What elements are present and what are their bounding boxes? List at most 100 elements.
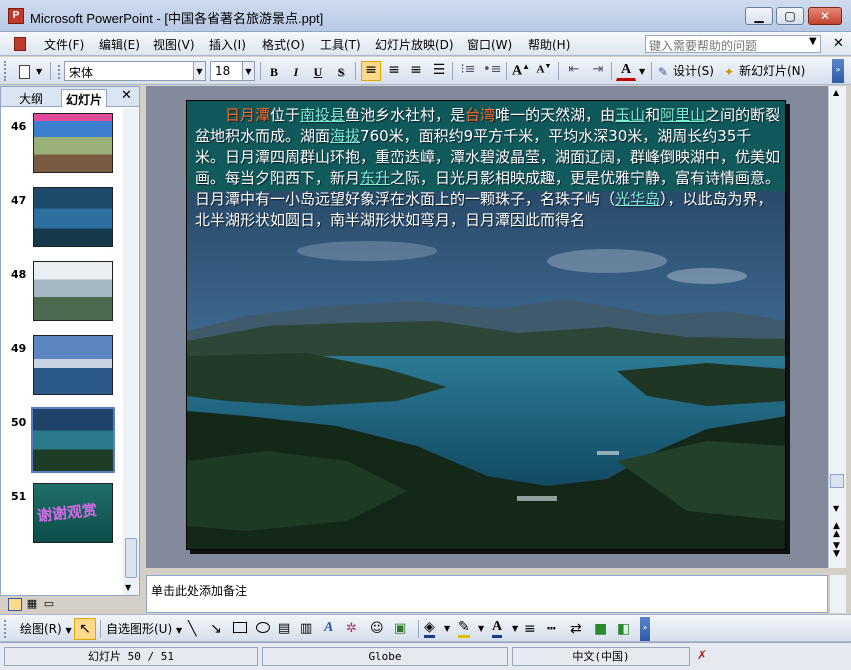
font-color-dropdown-icon[interactable]: ▼ [512, 620, 518, 638]
slide-hyperlink[interactable]: 阿里山 [660, 106, 705, 124]
select-pointer-icon[interactable]: ↖ [74, 618, 96, 640]
menu-format[interactable]: 格式(O) [262, 36, 305, 53]
align-left-icon[interactable]: ≡ [361, 61, 381, 81]
font-color-icon[interactable]: A [492, 620, 503, 638]
slide-hyperlink[interactable]: 海拔 [330, 127, 360, 145]
panel-scrollbar[interactable] [123, 108, 139, 595]
slide-hyperlink[interactable]: 光华岛 [615, 190, 660, 208]
menu-window[interactable]: 窗口(W) [467, 36, 512, 53]
slide-thumbnail[interactable] [33, 187, 113, 247]
slide-sorter-view-icon[interactable]: ▦ [25, 598, 39, 611]
new-document-icon[interactable] [14, 61, 34, 81]
powerpoint-app-icon[interactable]: P [8, 8, 24, 24]
toolbar-grip[interactable] [58, 65, 62, 79]
slideshow-view-icon[interactable]: ▭ [42, 598, 56, 611]
distribute-icon[interactable]: ☰ [429, 61, 449, 81]
document-icon[interactable] [14, 37, 26, 51]
vertical-text-box-icon[interactable]: ▥ [300, 620, 312, 638]
arrow-icon[interactable]: ↘ [210, 620, 222, 638]
scroll-down-icon[interactable]: ▼ [125, 583, 131, 592]
line-color-dropdown-icon[interactable]: ▼ [478, 620, 484, 638]
design-button[interactable]: ✎ 设计(S) [656, 61, 715, 81]
tab-slides[interactable]: 幻灯片 [61, 89, 108, 107]
slide-scrollbar-thumb[interactable] [830, 474, 844, 488]
font-name-select[interactable]: 宋体 [64, 61, 194, 81]
menu-tools[interactable]: 工具(T) [320, 36, 361, 53]
decrease-indent-icon[interactable]: ⇤ [564, 61, 584, 81]
decrease-font-size-icon[interactable]: A▼ [534, 61, 554, 81]
increase-indent-icon[interactable]: ⇥ [588, 61, 608, 81]
bold-button[interactable]: B [264, 61, 284, 81]
italic-button[interactable]: I [286, 61, 306, 81]
autoshapes-button[interactable]: 自选图形(U) ▼ [106, 620, 182, 638]
normal-view-icon[interactable] [8, 598, 22, 611]
fill-color-dropdown-icon[interactable]: ▼ [444, 620, 450, 638]
new-dropdown-icon[interactable]: ▼ [36, 67, 42, 76]
font-name-dropdown-icon[interactable]: ▼ [193, 61, 206, 81]
toolbar-grip[interactable] [4, 61, 8, 81]
menu-insert[interactable]: 插入(I) [209, 36, 246, 53]
menu-slideshow[interactable]: 幻灯片放映(D) [375, 36, 454, 53]
draw-menu-button[interactable]: 绘图(R) ▼ [20, 620, 72, 638]
line-icon[interactable]: ╲ [188, 620, 196, 638]
insert-picture-icon[interactable]: ▣ [394, 620, 406, 638]
increase-font-size-icon[interactable]: A▲ [511, 61, 531, 81]
help-search-input[interactable]: 键入需要帮助的问题 [645, 35, 821, 53]
tab-outline[interactable]: 大纲 [15, 89, 47, 107]
maximize-button[interactable]: ▢ [776, 7, 804, 25]
wordart-icon[interactable]: A [324, 620, 333, 638]
menu-edit[interactable]: 编辑(E) [99, 36, 140, 53]
font-size-dropdown-icon[interactable]: ▼ [242, 61, 255, 81]
slide-scrollbar[interactable]: ▲ ▼ ▲ ▲ ▼ ▼ [828, 86, 846, 568]
oval-icon[interactable] [256, 620, 270, 638]
next-slide-icon[interactable]: ▼ ▼ [833, 542, 840, 559]
slide-body-text[interactable]: 日月潭位于南投县鱼池乡水社村，是台湾唯一的天然湖，由玉山和阿里山之间的断裂盆地积… [195, 105, 781, 231]
scroll-down-icon[interactable]: ▼ [833, 504, 839, 513]
bullet-list-icon[interactable]: •≡ [482, 61, 503, 81]
slide-thumbnail[interactable]: 谢谢观赏 [33, 483, 113, 543]
spelling-check-icon[interactable]: ✗ [697, 648, 707, 662]
close-document-icon[interactable]: ✕ [833, 36, 844, 51]
notes-pane[interactable]: 单击此处添加备注 [146, 575, 828, 613]
notes-scrollbar[interactable] [829, 575, 846, 613]
toolbar-grip[interactable] [4, 620, 8, 638]
close-button[interactable]: ✕ [808, 7, 842, 25]
toolbar-options-icon[interactable]: » [832, 59, 844, 83]
clip-art-icon[interactable]: ☺ [370, 620, 384, 638]
slide-hyperlink[interactable]: 南投县 [300, 106, 345, 124]
rectangle-icon[interactable] [233, 620, 247, 638]
shadow-style-icon[interactable]: ■ [594, 620, 607, 638]
toolbar-options-icon[interactable]: » [640, 617, 650, 641]
slide-thumbnail[interactable] [33, 261, 113, 321]
fill-color-icon[interactable]: ◈ [424, 620, 435, 638]
slide-thumbnail-selected[interactable] [31, 407, 115, 473]
slide-thumbnail[interactable] [33, 113, 113, 173]
slide-hyperlink[interactable]: 东升 [360, 169, 390, 187]
font-color-icon[interactable]: A [616, 61, 636, 81]
menu-help[interactable]: 帮助(H) [528, 36, 570, 53]
menu-view[interactable]: 视图(V) [153, 36, 195, 53]
menu-file[interactable]: 文件(F) [44, 36, 84, 53]
current-slide[interactable]: 日月潭位于南投县鱼池乡水社村，是台湾唯一的天然湖，由玉山和阿里山之间的断裂盆地积… [186, 100, 786, 550]
align-center-icon[interactable]: ≡ [384, 61, 404, 81]
numbered-list-icon[interactable]: ⁝≡ [458, 61, 478, 81]
line-style-icon[interactable]: ≡ [524, 620, 536, 638]
dash-style-icon[interactable]: ┅ [547, 620, 555, 638]
new-slide-button[interactable]: ✦ 新幻灯片(N) [722, 61, 806, 81]
panel-scrollbar-thumb[interactable] [125, 538, 137, 578]
line-color-icon[interactable]: ✎ [458, 620, 470, 638]
text-shadow-button[interactable]: S [331, 61, 351, 81]
underline-button[interactable]: U [308, 61, 328, 81]
help-dropdown-icon[interactable]: ▼ [809, 36, 817, 47]
3d-style-icon[interactable]: ◧ [617, 620, 630, 638]
slide-thumbnail[interactable] [33, 335, 113, 395]
font-size-select[interactable]: 18 [210, 61, 244, 81]
text-box-icon[interactable]: ▤ [278, 620, 290, 638]
close-panel-icon[interactable]: ✕ [121, 88, 132, 103]
previous-slide-icon[interactable]: ▲ ▲ [833, 522, 840, 539]
font-color-dropdown-icon[interactable]: ▼ [639, 67, 645, 76]
scroll-up-icon[interactable]: ▲ [833, 88, 839, 97]
diagram-icon[interactable]: ✲ [346, 620, 357, 638]
arrow-style-icon[interactable]: ⇄ [570, 620, 582, 638]
slide-hyperlink[interactable]: 玉山 [615, 106, 645, 124]
